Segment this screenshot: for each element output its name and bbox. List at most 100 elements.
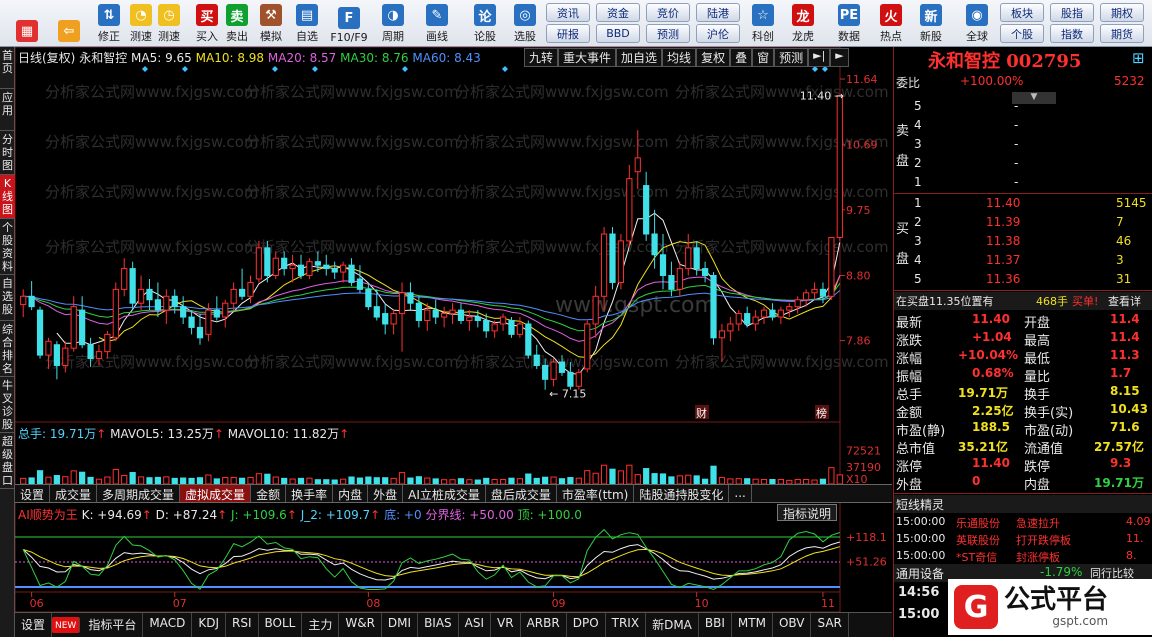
pill-5-bottom[interactable]: 指数 xyxy=(1050,24,1094,43)
indicator-kdj[interactable]: KDJ xyxy=(192,613,226,637)
volume-tab-11[interactable]: 陆股通持股变化 xyxy=(634,485,730,502)
volume-tab-0[interactable]: 设置 xyxy=(15,485,51,502)
toolbar-hammer-button[interactable]: ⚒ 模拟 xyxy=(252,2,290,44)
volume-tab-6[interactable]: 内盘 xyxy=(333,485,369,502)
indicator-bbi[interactable]: BBI xyxy=(699,613,732,637)
pill-1-bottom[interactable]: BBD xyxy=(596,24,640,43)
pill-0-bottom[interactable]: 研报 xyxy=(546,24,590,43)
pill-6-top[interactable]: 期权 xyxy=(1100,3,1144,22)
pill-4-top[interactable]: 板块 xyxy=(1000,3,1044,22)
chart-btn-7[interactable]: 预测 xyxy=(774,48,809,67)
volume-bar xyxy=(685,474,692,485)
toolbar-back-arrow-button[interactable]: ⇦ xyxy=(50,2,88,44)
left-tab-6[interactable]: 综合排名 xyxy=(0,321,15,377)
volume-tab-2[interactable]: 多周期成交量 xyxy=(97,485,181,502)
time-label: 14:56 xyxy=(898,585,940,600)
pill-0-top[interactable]: 资讯 xyxy=(546,3,590,22)
left-tab-2[interactable]: 分时图 xyxy=(0,131,15,175)
indicator-help-button[interactable]: 指标说明 xyxy=(777,504,837,521)
volume-bar xyxy=(828,467,835,485)
kline-chart-area[interactable]: 分析家公式网www.fxjgsw.com 分析家公式网www.fxjgsw.com… xyxy=(15,47,892,612)
pill-4-bottom[interactable]: 个股 xyxy=(1000,24,1044,43)
indicator-boll[interactable]: BOLL xyxy=(259,613,303,637)
indicator-macd[interactable]: MACD xyxy=(143,613,193,637)
toolbar-forum-button[interactable]: 论论股 xyxy=(466,2,504,44)
volume-tab-8[interactable]: AI立桩成交量 xyxy=(403,485,486,502)
toolbar-sell-button[interactable]: 卖卖出 xyxy=(218,2,256,44)
toolbar-hot-button[interactable]: 火热点 xyxy=(872,2,910,44)
pill-5-top[interactable]: 股指 xyxy=(1050,3,1094,22)
chart-btn-0[interactable]: 九转 xyxy=(524,48,559,67)
left-tab-0[interactable]: 首页 xyxy=(0,47,15,89)
left-tab-7[interactable]: 牛叉诊股 xyxy=(0,377,15,433)
indicator-sar[interactable]: SAR xyxy=(811,613,849,637)
indicator-w-r[interactable]: W&R xyxy=(339,613,382,637)
pill-2-top[interactable]: 竞价 xyxy=(646,3,690,22)
chart-btn-3[interactable]: 均线 xyxy=(662,48,697,67)
left-tab-3[interactable]: K线图 xyxy=(0,175,15,219)
indicator-new[interactable]: NEW xyxy=(52,617,81,633)
candle-body xyxy=(339,264,347,273)
indicator-dmi[interactable]: DMI xyxy=(382,613,419,637)
pill-3-bottom[interactable]: 沪伦 xyxy=(696,24,740,43)
indicator-asi[interactable]: ASI xyxy=(459,613,492,637)
grid-icon[interactable]: ⊞ xyxy=(1132,49,1145,67)
toolbar-new-stock-button[interactable]: 新新股 xyxy=(912,2,950,44)
left-tab-8[interactable]: 超级盘口 xyxy=(0,433,15,489)
volume-tab-9[interactable]: 盘后成交量 xyxy=(486,485,557,502)
indicator-dpo[interactable]: DPO xyxy=(567,613,606,637)
volume-tab-5[interactable]: 换手率 xyxy=(286,485,334,502)
chart-btn-2[interactable]: 加自选 xyxy=(616,48,663,67)
volume-tab-10[interactable]: 市盈率(ttm) xyxy=(557,485,635,502)
chart-btn-5[interactable]: 叠 xyxy=(730,48,753,67)
chart-btn-1[interactable]: 重大事件 xyxy=(558,48,617,67)
pill-6-bottom[interactable]: 期货 xyxy=(1100,24,1144,43)
toolbar-sci-button[interactable]: ☆ 科创 xyxy=(744,2,782,44)
indicator-rsi[interactable]: RSI xyxy=(226,613,259,637)
pill-1-top[interactable]: 资金 xyxy=(596,3,640,22)
indicator-item[interactable]: 指标平台 xyxy=(82,613,144,637)
candle-body xyxy=(516,323,524,335)
toolbar-screener-button[interactable]: ◎ 选股 xyxy=(506,2,544,44)
diamond-marker xyxy=(142,66,148,72)
toolbar-color-grid-button[interactable]: ▦ xyxy=(8,2,46,44)
volume-tab-7[interactable]: 外盘 xyxy=(368,485,404,502)
pill-3-top[interactable]: 陆港 xyxy=(696,3,740,22)
pill-2-bottom[interactable]: 预测 xyxy=(646,24,690,43)
stat-row: 金额 2.25亿 换手(实) 10.43 xyxy=(894,401,1152,421)
toolbar-f10-button[interactable]: F F10/F9 xyxy=(330,2,368,44)
indicator-mtm[interactable]: MTM xyxy=(732,613,773,637)
indicator-item[interactable]: 主力 xyxy=(302,613,340,637)
sci-icon: ☆ xyxy=(752,4,774,26)
indicator-obv[interactable]: OBV xyxy=(773,613,812,637)
f10-icon: F xyxy=(338,7,360,29)
watermark-text: 分析家公式网www.fxjgsw.com xyxy=(45,83,259,101)
toolbar-dragon-button[interactable]: 龙龙虎 xyxy=(784,2,822,44)
jump-end-icon[interactable]: ►| xyxy=(808,48,831,67)
indicator-bar: 设置 NEW 指标平台 MACD KDJ RSI BOLL 主力 W&R DMI BIAS ASI VR… xyxy=(15,612,892,637)
indicator-dma[interactable]: 新DMA xyxy=(646,613,699,637)
left-tab-5[interactable]: 自选股 xyxy=(0,275,15,321)
toolbar-clock-button[interactable]: ◷ 测速 xyxy=(150,2,188,44)
volume-tab-12[interactable]: ... xyxy=(729,485,752,502)
chart-btn-4[interactable]: 复权 xyxy=(696,48,731,67)
volume-tab-4[interactable]: 金额 xyxy=(251,485,287,502)
toolbar-globe-button[interactable]: ◉ 全球 xyxy=(958,2,996,44)
indicator-trix[interactable]: TRIX xyxy=(606,613,647,637)
toolbar-pe-button[interactable]: PE 数据 xyxy=(830,2,868,44)
chart-right-buttons: 九转 重大事件 加自选 均线 复权叠窗预测 ►| ► xyxy=(524,48,849,67)
indicator-item[interactable]: 设置 xyxy=(15,613,53,637)
indicator-vr[interactable]: VR xyxy=(491,613,521,637)
left-tab-4[interactable]: 个股资料 xyxy=(0,219,15,275)
toolbar-cycle-button[interactable]: ◑ 周期 xyxy=(374,2,412,44)
left-tab-1[interactable]: 应用 xyxy=(0,89,15,131)
toolbar-pencil-button[interactable]: ✎ 画线 xyxy=(418,2,456,44)
candle-body xyxy=(95,351,103,360)
toolbar-folder-button[interactable]: ▤ 自选 xyxy=(288,2,326,44)
volume-tab-1[interactable]: 成交量 xyxy=(50,485,98,502)
indicator-arbr[interactable]: ARBR xyxy=(521,613,567,637)
volume-tab-3[interactable]: 虚拟成交量 xyxy=(180,485,252,502)
indicator-bias[interactable]: BIAS xyxy=(418,613,459,637)
chart-btn-6[interactable]: 窗 xyxy=(752,48,775,67)
play-icon[interactable]: ► xyxy=(830,48,849,67)
